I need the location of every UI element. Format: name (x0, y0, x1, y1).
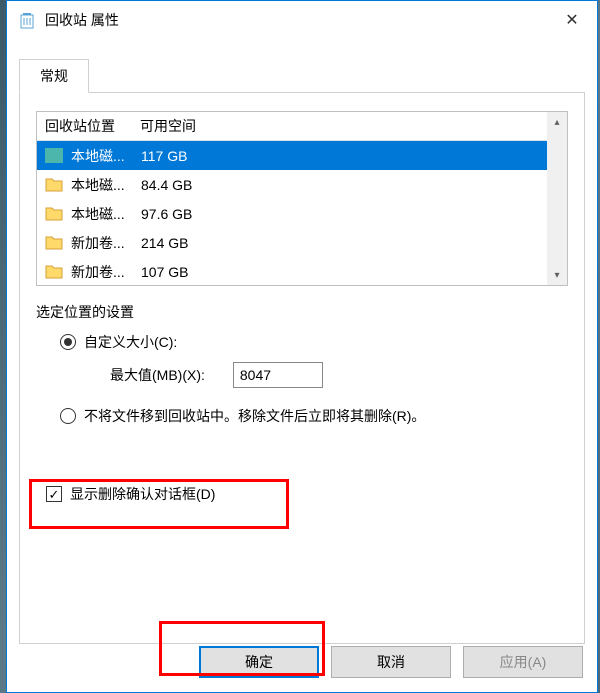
close-button[interactable]: ✕ (547, 1, 597, 39)
cancel-button[interactable]: 取消 (331, 646, 451, 678)
disk-row[interactable]: 新加卷... 214 GB (37, 228, 567, 257)
folder-icon (45, 177, 63, 192)
folder-icon (45, 264, 63, 279)
tabs-area: 常规 回收站位置 可用空间 本地磁... 117 GB 本地磁... (7, 39, 597, 644)
disk-name: 本地磁... (71, 204, 141, 224)
disk-row[interactable]: 本地磁... 84.4 GB (37, 170, 567, 199)
disk-list-header: 回收站位置 可用空间 (37, 112, 567, 141)
settings-section-label: 选定位置的设置 (36, 302, 568, 322)
scrollbar[interactable]: ▴ ▾ (547, 112, 567, 285)
confirm-delete-checkbox-row[interactable]: ✓ 显示删除确认对话框(D) (36, 476, 568, 512)
header-space[interactable]: 可用空间 (140, 116, 559, 136)
radio-label: 自定义大小(C): (84, 332, 177, 352)
disk-size: 97.6 GB (141, 206, 559, 222)
close-icon: ✕ (565, 10, 578, 30)
disk-size: 214 GB (141, 235, 559, 251)
disk-size: 107 GB (141, 264, 559, 280)
disk-name: 本地磁... (71, 175, 141, 195)
button-row: 确定 取消 应用(A) (199, 646, 583, 678)
max-size-label: 最大值(MB)(X): (110, 365, 205, 385)
radio-label: 不将文件移到回收站中。移除文件后立即将其删除(R)。 (84, 406, 425, 426)
disk-row[interactable]: 本地磁... 97.6 GB (37, 199, 567, 228)
disk-row[interactable]: 新加卷... 107 GB (37, 257, 567, 286)
disk-name: 新加卷... (71, 233, 141, 253)
disk-size: 84.4 GB (141, 177, 559, 193)
drive-icon (45, 148, 63, 163)
radio-icon (60, 334, 76, 350)
radio-group: 自定义大小(C): 最大值(MB)(X): 不将文件移到回收站中。移除文件后立即… (36, 332, 568, 426)
disk-list: 回收站位置 可用空间 本地磁... 117 GB 本地磁... 84.4 GB (36, 111, 568, 286)
folder-icon (45, 206, 63, 221)
checkbox-icon: ✓ (46, 486, 62, 502)
tab-content: 回收站位置 可用空间 本地磁... 117 GB 本地磁... 84.4 GB (19, 92, 585, 644)
scroll-track[interactable] (547, 132, 567, 265)
disk-size: 117 GB (141, 148, 559, 164)
scroll-up-icon[interactable]: ▴ (547, 112, 567, 132)
folder-icon (45, 235, 63, 250)
titlebar: 回收站 属性 ✕ (7, 1, 597, 39)
properties-window: 回收站 属性 ✕ 常规 回收站位置 可用空间 本地磁... 117 GB (6, 0, 598, 693)
header-location[interactable]: 回收站位置 (45, 116, 140, 136)
ok-button[interactable]: 确定 (199, 646, 319, 678)
checkbox-label: 显示删除确认对话框(D) (70, 484, 215, 504)
scroll-down-icon[interactable]: ▾ (547, 265, 567, 285)
tab-general[interactable]: 常规 (19, 59, 89, 93)
radio-icon (60, 408, 76, 424)
radio-no-recycle[interactable]: 不将文件移到回收站中。移除文件后立即将其删除(R)。 (60, 406, 568, 426)
max-size-row: 最大值(MB)(X): (60, 362, 568, 388)
window-title: 回收站 属性 (45, 10, 119, 30)
recycle-bin-icon (17, 10, 37, 30)
max-size-input[interactable] (233, 362, 323, 388)
disk-name: 本地磁... (71, 146, 141, 166)
radio-custom-size[interactable]: 自定义大小(C): (60, 332, 568, 352)
disk-row[interactable]: 本地磁... 117 GB (37, 141, 567, 170)
apply-button[interactable]: 应用(A) (463, 646, 583, 678)
disk-name: 新加卷... (71, 262, 141, 282)
